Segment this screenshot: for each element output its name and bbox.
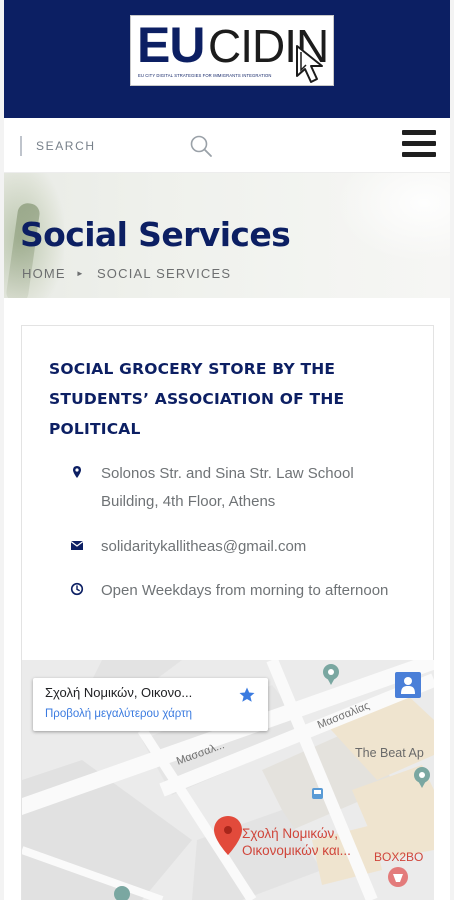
address-text: Solonos Str. and Sina Str. Law School Bu…: [101, 465, 354, 510]
view-larger-map-link[interactable]: Προβολή μεγαλύτερου χάρτη: [45, 708, 192, 720]
cursor-icon: [296, 45, 323, 83]
map-pin-icon: [73, 466, 81, 478]
clock-icon: [70, 582, 84, 596]
logo-tagline: EU CITY DIGITAL STRATEGIES FOR IMMIGRANT…: [138, 73, 272, 78]
hours-text: Open Weekdays from morning to afternoon: [101, 582, 389, 599]
search-bar-row: [4, 118, 450, 173]
email-row: solidaritykallitheas@gmail.com: [70, 533, 401, 561]
page-title: Social Services: [20, 215, 291, 254]
site-header: EU CIDIN EU CITY DIGITAL STRATEGIES FOR …: [4, 0, 450, 118]
map-place-card: Σχολή Νομικών, Οικονο... Προβολή μεγαλύτ…: [33, 678, 268, 731]
breadcrumb-separator-icon: ►: [75, 269, 85, 278]
page-hero: Social Services HOME ► SOCIAL SERVICES: [4, 173, 450, 298]
logo-text-eu: EU: [137, 17, 205, 73]
place-label: The Beat Ap: [355, 746, 424, 760]
search-icon[interactable]: [189, 134, 213, 158]
envelope-icon: [70, 541, 84, 550]
google-map[interactable]: Μασσαλ... Μασσαλίας The Beat Ap Σχολή Νο…: [22, 660, 434, 900]
marker-label-line1: Σχολή Νομικών,: [242, 826, 338, 841]
marker-label-line2: Οικονομικών και...: [242, 843, 351, 858]
right-edge: [450, 0, 454, 900]
street-view-person-icon[interactable]: [395, 672, 421, 698]
place-label: BOX2BO: [374, 850, 424, 864]
search-input[interactable]: [36, 135, 186, 157]
star-icon[interactable]: [238, 686, 256, 704]
hours-row: Open Weekdays from morning to afternoon: [70, 577, 401, 605]
service-title: SOCIAL GROCERY STORE BY THE STUDENTS’ AS…: [49, 360, 345, 438]
breadcrumb-home-link[interactable]: HOME: [22, 266, 66, 281]
hero-background-light: [334, 173, 450, 263]
breadcrumb: HOME ► SOCIAL SERVICES: [22, 266, 231, 281]
email-link[interactable]: solidaritykallitheas@gmail.com: [101, 533, 401, 561]
address-row: Solonos Str. and Sina Str. Law School Bu…: [73, 460, 401, 516]
eucidin-logo[interactable]: EU CIDIN EU CITY DIGITAL STRATEGIES FOR …: [130, 15, 334, 86]
map-place-name: Σχολή Νομικών, Οικονο...: [45, 685, 193, 700]
search-divider: [20, 136, 22, 156]
hamburger-menu-icon[interactable]: [402, 130, 436, 160]
breadcrumb-current: SOCIAL SERVICES: [96, 266, 232, 281]
